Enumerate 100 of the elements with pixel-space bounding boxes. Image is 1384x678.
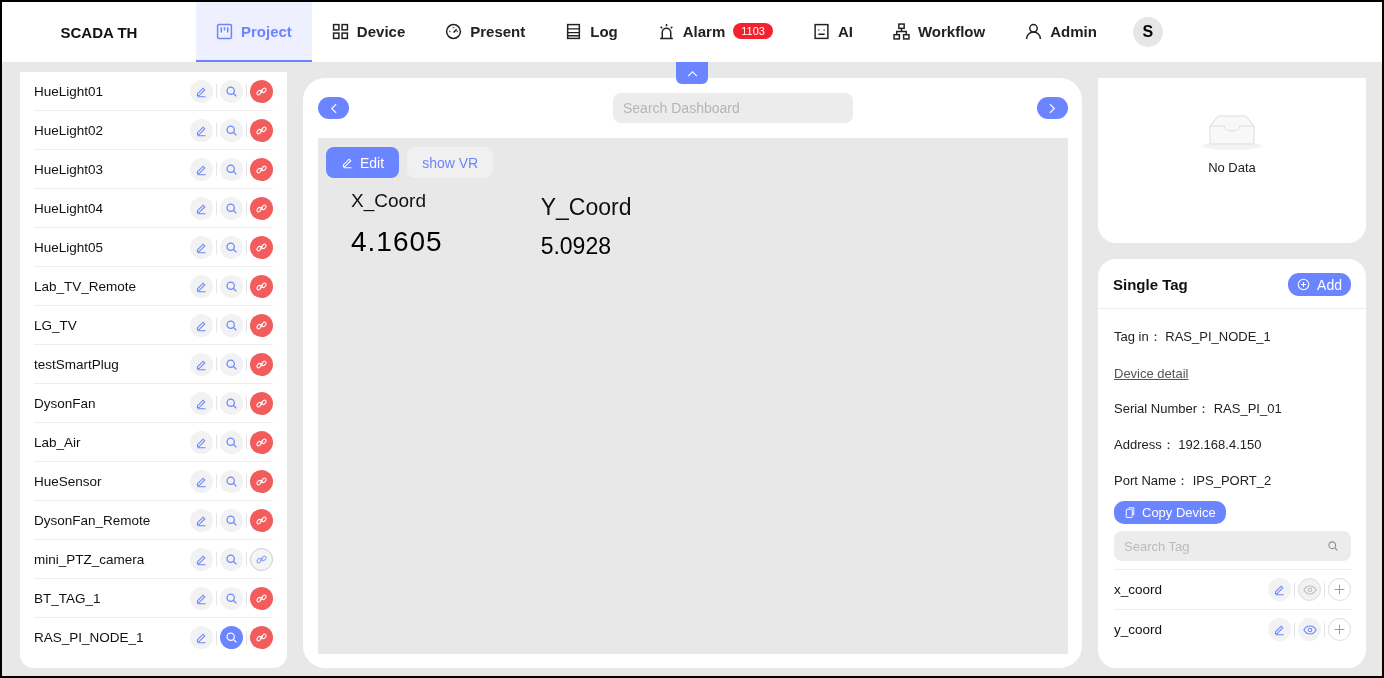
device-name[interactable]: HueSensor [34,473,102,489]
edit-button[interactable] [190,157,213,181]
device-name[interactable]: mini_PTZ_camera [34,551,145,567]
device-name[interactable]: DysonFan_Remote [34,512,151,528]
edit-button[interactable] [190,196,213,220]
link-icon [255,631,268,644]
search-button[interactable] [220,118,243,142]
device-name[interactable]: RAS_PI_NODE_1 [34,630,144,645]
edit-button[interactable] [190,352,213,376]
add-button[interactable] [1328,578,1351,601]
search-button[interactable] [220,586,243,610]
search-button[interactable] [220,157,243,181]
plus-icon [1333,623,1346,636]
link-button[interactable] [250,586,273,610]
search-button[interactable] [220,547,243,571]
empty-tray-icon [1200,112,1264,152]
edit-button[interactable] [190,391,213,415]
link-button[interactable] [250,118,273,142]
search-button[interactable] [220,235,243,259]
pencil-icon [1273,623,1286,636]
edit-button[interactable] [190,118,213,142]
link-button[interactable] [250,157,273,181]
link-icon [255,123,268,137]
user-icon [1025,22,1043,40]
nav-tab[interactable]: Present [425,2,546,62]
link-button[interactable] [250,313,273,337]
gauge-icon [445,22,463,40]
robot-icon [812,22,830,40]
search-icon [225,474,238,488]
edit-button[interactable] [190,79,213,103]
device-name[interactable]: DysonFan [34,395,96,411]
search-button[interactable] [220,469,243,493]
search-button[interactable] [220,352,243,376]
link-button[interactable] [250,469,273,493]
edit-button[interactable] [190,626,213,649]
search-icon [1327,540,1339,552]
link-button[interactable] [250,391,273,415]
user-avatar[interactable]: S [1132,17,1163,47]
edit-button[interactable] [190,547,213,571]
search-button[interactable] [220,274,243,298]
device-name[interactable]: HueLight04 [34,200,104,216]
search-button[interactable] [220,391,243,415]
link-button[interactable] [250,547,273,571]
search-button[interactable] [220,79,243,103]
edit-button[interactable] [190,430,213,454]
eye-button[interactable] [1298,578,1321,601]
edit-button[interactable] [190,274,213,298]
search-icon [225,435,238,449]
nav-tab[interactable]: AI [792,2,873,62]
link-icon [255,513,268,527]
tag-name: x_coord [1114,582,1163,597]
device-detail-link[interactable]: Device detail [1114,355,1189,391]
search-button[interactable] [220,196,243,220]
detail-text: Serial Number： RAS_PI_01 [1114,400,1283,418]
device-name[interactable]: HueLight05 [34,239,104,255]
link-icon [255,240,268,254]
link-button[interactable] [250,508,273,532]
add-button[interactable] [1328,618,1351,641]
edit-button[interactable] [190,313,213,337]
previous-button[interactable] [318,97,349,119]
link-icon [255,201,268,215]
device-name[interactable]: HueLight01 [34,83,104,99]
device-name[interactable]: HueLight02 [34,122,104,138]
link-button[interactable] [250,352,273,376]
link-button[interactable] [250,79,273,103]
link-button[interactable] [250,274,273,298]
edit-button[interactable] [190,586,213,610]
link-icon [255,591,268,605]
nav-tab[interactable]: Workflow [872,2,1006,62]
link-button[interactable] [250,196,273,220]
device-name[interactable]: HueLight03 [34,161,104,177]
copy-icon [1124,506,1136,519]
device-name[interactable]: Lab_TV_Remote [34,278,137,294]
search-button[interactable] [220,508,243,532]
device-name[interactable]: LG_TV [34,317,77,333]
link-button[interactable] [250,430,273,454]
device-name[interactable]: BT_TAG_1 [34,590,101,606]
link-icon [255,84,268,98]
nav-tab[interactable]: Log [545,2,638,62]
search-button[interactable] [220,313,243,337]
edit-button[interactable] [190,469,213,493]
next-button[interactable] [1037,97,1068,119]
search-button[interactable] [220,626,243,649]
edit-button[interactable] [190,508,213,532]
nav-tab[interactable]: Alarm 1103 [637,2,793,62]
search-icon [225,162,238,176]
widget-value: 5.0928 [540,233,612,260]
device-name[interactable]: Lab_Air [34,434,81,450]
edit-button[interactable] [1268,578,1291,601]
link-button[interactable] [250,235,273,259]
edit-button[interactable] [1268,618,1291,641]
nav-tab[interactable]: Device [311,2,426,62]
nav-tab[interactable]: Admin [1005,2,1117,62]
link-button[interactable] [250,626,273,649]
eye-button[interactable] [1298,618,1321,641]
collapse-button[interactable] [676,62,708,84]
detail-text: Port Name： IPS_PORT_2 [1114,472,1273,490]
search-button[interactable] [220,430,243,454]
edit-button[interactable] [190,235,213,259]
device-name[interactable]: testSmartPlug [34,356,119,372]
